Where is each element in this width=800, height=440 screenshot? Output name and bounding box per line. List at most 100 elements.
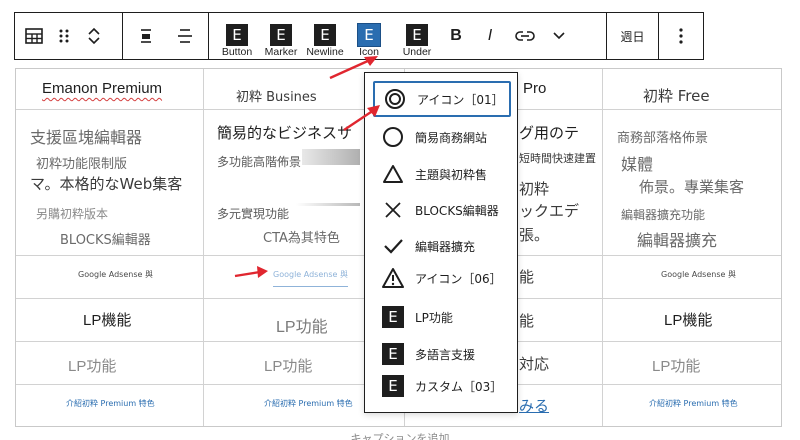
week-group: 週日 — [607, 13, 659, 59]
table-cell[interactable]: 支援區塊編輯器 — [30, 124, 142, 148]
align-center-icon[interactable] — [131, 13, 161, 59]
table-cell[interactable]: LP功能 — [68, 355, 116, 376]
highlight-marker — [302, 149, 360, 165]
feature-link[interactable]: 介紹初粋 Premium 特色 — [66, 398, 155, 409]
icon-dropdown-menu: アイコン［01］ 簡易商務網站 主題與初粋售 BLOCKS編輯器 編輯器擴充 ア… — [364, 72, 518, 413]
table-cell[interactable]: グ用のテ — [519, 122, 579, 143]
table-cell[interactable]: LP功能 — [276, 313, 328, 337]
table-header-business[interactable]: 初粋 Busines — [236, 86, 317, 105]
drag-handle-icon[interactable] — [49, 13, 79, 59]
e-box-icon: E — [270, 24, 292, 46]
e-box-icon: E — [381, 305, 405, 329]
table-cell[interactable]: LP功能 — [264, 355, 312, 376]
table-cell[interactable]: 媒體 — [621, 151, 653, 175]
menu-item-warning[interactable]: アイコン［06］ — [373, 260, 511, 296]
table-cell[interactable]: 初粋功能限制版 — [36, 153, 127, 172]
format-under-button[interactable]: E Under — [395, 13, 439, 59]
menu-item-label: アイコン［06］ — [415, 271, 502, 286]
menu-item-label: 簡易商務網站 — [415, 130, 488, 145]
adsense-text[interactable]: Google Adsense 與 — [661, 269, 736, 280]
checkmark-icon — [381, 234, 405, 258]
table-cell[interactable]: 編輯器擴充功能 — [621, 206, 705, 223]
x-icon — [381, 198, 405, 222]
menu-item-label: アイコン［01］ — [417, 92, 504, 107]
table-header-pro[interactable]: Pro — [523, 80, 546, 97]
alignment-group — [123, 13, 209, 59]
bold-button[interactable]: B — [439, 13, 473, 59]
menu-item-icon-01[interactable]: アイコン［01］ — [373, 81, 511, 117]
table-caption[interactable]: キャプションを追加 — [0, 430, 800, 440]
table-cell[interactable]: 能 — [519, 266, 534, 287]
table-cell[interactable]: LP機能 — [664, 309, 712, 330]
table-cell[interactable]: 編輯器擴充 — [637, 227, 717, 251]
format-marker-label: Marker — [264, 46, 298, 58]
table-icon[interactable] — [19, 13, 49, 59]
feature-link[interactable]: みる — [519, 395, 549, 416]
adsense-text-selected[interactable]: Google Adsense 與 — [273, 269, 348, 287]
menu-item-e-custom[interactable]: E カスタム［03］ — [373, 368, 511, 404]
italic-button[interactable]: I — [473, 13, 507, 59]
adsense-text[interactable]: Google Adsense 與 — [78, 269, 153, 280]
table-cell[interactable]: ックエデ — [519, 200, 579, 221]
table-cell[interactable]: 簡易的なビジネスサ — [217, 122, 352, 143]
e-box-icon: E — [406, 24, 428, 46]
format-button-button[interactable]: E Button — [215, 13, 259, 59]
table-cell[interactable]: 初粋 — [519, 178, 549, 199]
move-up-down-button[interactable] — [79, 13, 109, 59]
table-header-emanon-premium[interactable]: Emanon Premium — [42, 80, 162, 97]
triangle-icon — [381, 162, 405, 186]
table-cell[interactable]: BLOCKS編輯器 — [60, 229, 151, 248]
align-justify-icon[interactable] — [170, 13, 200, 59]
format-group: E Button E Marker E Newline E Icon E Und… — [209, 13, 607, 59]
table-cell[interactable]: 対応 — [519, 353, 549, 374]
feature-link[interactable]: 介紹初粋 Premium 特色 — [649, 398, 738, 409]
table-cell[interactable]: 張。 — [519, 224, 549, 245]
block-controls-group — [15, 13, 123, 59]
annotation-arrow-icon — [234, 266, 268, 278]
target-icon — [383, 87, 407, 111]
warning-icon — [381, 266, 405, 290]
link-icon[interactable] — [507, 13, 543, 59]
table-cell[interactable]: 佈景。專業集客 — [639, 176, 744, 197]
table-cell[interactable]: 多功能高階佈景 — [217, 153, 301, 170]
menu-item-triangle[interactable]: 主題與初粋售 — [373, 156, 511, 192]
e-box-icon: E — [226, 24, 248, 46]
menu-item-circle[interactable]: 簡易商務網站 — [373, 119, 511, 155]
table-cell[interactable]: 短時間快速建置 — [519, 150, 596, 166]
format-button-label: Button — [221, 46, 253, 58]
options-group — [659, 13, 703, 59]
format-marker-button[interactable]: E Marker — [259, 13, 303, 59]
menu-item-e-language[interactable]: E 多語言支援 — [373, 336, 511, 372]
table-cell[interactable]: 能 — [519, 310, 534, 331]
week-button[interactable]: 週日 — [613, 13, 653, 59]
e-box-icon: E — [381, 374, 405, 398]
menu-item-check[interactable]: 編輯器擴充 — [373, 228, 511, 264]
circle-icon — [381, 125, 405, 149]
menu-item-x[interactable]: BLOCKS編輯器 — [373, 192, 511, 228]
menu-item-label: LP功能 — [415, 310, 453, 325]
menu-item-e-lp[interactable]: E LP功能 — [373, 299, 511, 335]
e-box-icon: E — [357, 23, 381, 47]
divider-marker — [296, 203, 360, 206]
feature-link[interactable]: 介紹初粋 Premium 特色 — [264, 398, 353, 409]
table-cell[interactable]: LP機能 — [83, 309, 131, 330]
table-cell[interactable]: 商務部落格佈景 — [617, 127, 708, 146]
menu-item-label: カスタム［03］ — [415, 379, 503, 394]
table-cell[interactable]: 另購初粋版本 — [36, 205, 108, 222]
table-cell[interactable]: CTA為其特色 — [263, 227, 340, 246]
format-under-label: Under — [402, 46, 432, 58]
menu-item-label: BLOCKS編輯器 — [415, 203, 499, 218]
chevron-up-icon[interactable] — [86, 26, 102, 36]
table-cell[interactable]: LP功能 — [652, 355, 700, 376]
annotation-arrow-icon — [329, 56, 378, 80]
annotation-arrow-icon — [343, 105, 380, 131]
chevron-down-icon[interactable] — [86, 36, 102, 46]
more-vertical-icon[interactable] — [666, 13, 696, 59]
chevron-down-icon[interactable] — [543, 13, 575, 59]
menu-item-label: 主題與初粋售 — [415, 167, 488, 182]
table-header-free[interactable]: 初粋 Free — [643, 85, 710, 106]
e-box-icon: E — [381, 342, 405, 366]
table-cell[interactable]: 多元實現功能 — [217, 205, 289, 222]
table-cell[interactable]: マ。本格的なWeb集客 — [30, 173, 182, 194]
menu-item-label: 編輯器擴充 — [415, 239, 476, 254]
